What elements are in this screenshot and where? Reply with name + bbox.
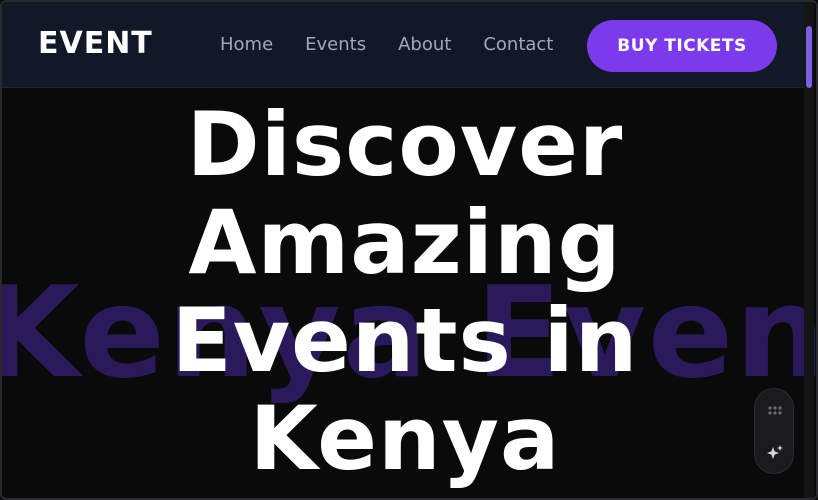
hero-title-line-4: Kenya — [249, 387, 561, 490]
hero-title-line-3: Events in — [171, 289, 639, 392]
hero-title-line-1: Discover — [186, 93, 624, 196]
nav-link-contact[interactable]: Contact — [483, 34, 553, 55]
nav-link-home[interactable]: Home — [220, 34, 273, 55]
floating-toolbar — [754, 388, 794, 474]
sparkle-icon[interactable] — [765, 443, 785, 463]
nav-link-events[interactable]: Events — [305, 34, 366, 55]
nav-link-about[interactable]: About — [398, 34, 451, 55]
buy-tickets-button[interactable]: BUY TICKETS — [587, 20, 777, 72]
hero-title-line-2: Amazing — [188, 191, 622, 294]
nav-links: Home Events About Contact — [220, 34, 553, 55]
brand-logo[interactable]: EVENT — [38, 26, 153, 61]
hero-title: Discover Amazing Events in Kenya — [2, 96, 808, 488]
scrollbar-thumb[interactable] — [806, 26, 812, 88]
navbar: EVENT Home Events About Contact BUY TICK… — [2, 2, 808, 88]
browser-viewport: Kenya Events Discover Amazing Events in … — [0, 0, 818, 500]
scrollbar[interactable] — [804, 2, 814, 498]
grid-dots-icon[interactable] — [765, 401, 785, 421]
